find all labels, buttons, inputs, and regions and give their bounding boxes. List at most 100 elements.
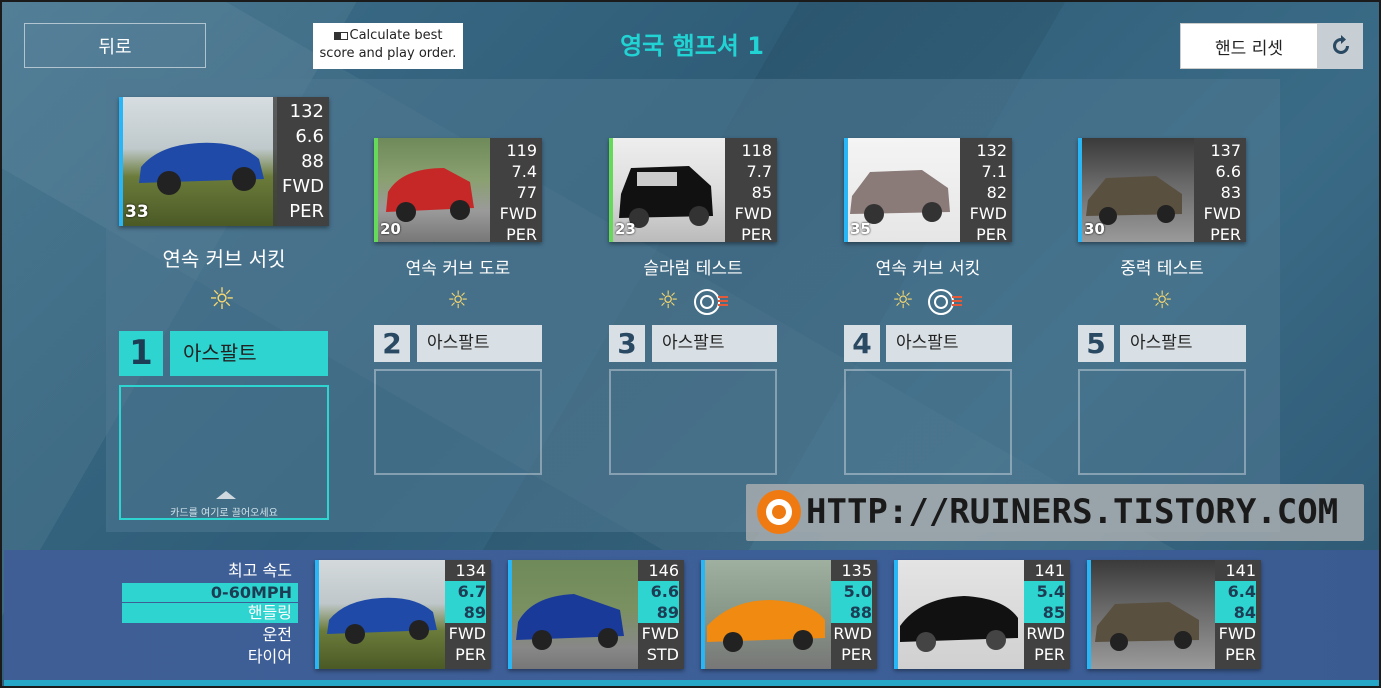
- stat-accel: 6.6: [295, 126, 324, 147]
- watermark-text: HTTP://RUINERS.TISTORY.COM: [806, 492, 1339, 532]
- car-image: [315, 560, 445, 669]
- reset-icon[interactable]: [1318, 23, 1363, 69]
- hand-card-2[interactable]: 146 6.6 89 FWD STD: [508, 560, 684, 669]
- card-edge: [844, 138, 848, 242]
- legend-accel: 0-60MPH: [122, 583, 298, 602]
- stat-tyre: PER: [976, 225, 1007, 242]
- stat-tyre: PER: [1225, 645, 1256, 664]
- watermark: HTTP://RUINERS.TISTORY.COM: [746, 484, 1364, 541]
- stat-accel: 5.4: [1024, 581, 1065, 602]
- stat-accel: 6.4: [1215, 581, 1256, 602]
- tyre-wear-icon: [928, 289, 962, 315]
- stat-accel: 7.4: [511, 162, 537, 181]
- stat-drive: FWD: [969, 204, 1007, 223]
- calculate-label-line1: Calculate best: [349, 28, 443, 43]
- hand-bar-strip: [4, 680, 1379, 686]
- blog-logo-icon: [757, 490, 801, 534]
- drop-zone-5[interactable]: [1078, 369, 1246, 475]
- surface-label-2: 아스팔트: [417, 325, 542, 362]
- stat-top-speed: 141: [1225, 561, 1256, 580]
- race-card-4[interactable]: 132 7.1 82 FWD PER 35: [844, 138, 1012, 242]
- slot-number-1: 1: [119, 331, 163, 376]
- card-edge: [119, 97, 123, 226]
- hand-card-4[interactable]: 141 5.4 85 RWD PER: [894, 560, 1070, 669]
- card-edge: [1078, 138, 1082, 242]
- stat-handling: 85: [1024, 602, 1065, 623]
- stat-handling: 84: [1215, 602, 1256, 623]
- sun-icon: ☼: [892, 286, 914, 314]
- card-rating: 20: [380, 220, 401, 238]
- stat-handling: 89: [638, 602, 679, 623]
- event-title: 영국 햄프셔 1: [620, 32, 764, 60]
- back-button[interactable]: 뒤로: [24, 23, 206, 68]
- stat-tyre: PER: [506, 225, 537, 242]
- stat-tyre: PER: [289, 201, 324, 222]
- stat-legend: 최고 속도 0-60MPH 핸들링 운전 타이어: [122, 560, 298, 668]
- stat-top-speed: 132: [976, 141, 1007, 160]
- stat-accel: 7.1: [981, 162, 1007, 181]
- car-image: [894, 560, 1024, 669]
- game-screen: 뒤로 Calculate best score and play order. …: [0, 0, 1381, 688]
- race-card-5[interactable]: 137 6.6 83 FWD PER 30: [1078, 138, 1246, 242]
- car-image: [1087, 560, 1215, 669]
- stat-handling: 89: [445, 602, 486, 623]
- legend-tyre: 타이어: [247, 647, 292, 666]
- stat-drive: FWD: [499, 204, 537, 223]
- stat-top-speed: 135: [841, 561, 872, 580]
- card-rating: 35: [850, 220, 871, 238]
- slot-number-4: 4: [844, 325, 880, 362]
- card-rating: 23: [615, 220, 636, 238]
- stat-top-speed: 132: [289, 101, 324, 122]
- sun-icon: ☼: [657, 286, 679, 314]
- card-edge: [315, 560, 319, 669]
- hand-card-1[interactable]: 134 6.7 89 FWD PER: [315, 560, 491, 669]
- stat-top-speed: 119: [506, 141, 537, 160]
- stat-handling: 82: [986, 183, 1007, 202]
- stat-drive: RWD: [1026, 624, 1065, 643]
- surface-label-4: 아스팔트: [886, 325, 1012, 362]
- reset-hand-button[interactable]: 핸드 리셋: [1180, 23, 1318, 69]
- card-rating: 30: [1084, 220, 1105, 238]
- car-image: [701, 560, 831, 669]
- calculate-best-order-button[interactable]: Calculate best score and play order.: [313, 23, 463, 69]
- stat-accel: 5.0: [831, 581, 872, 602]
- stat-tyre: PER: [741, 225, 772, 242]
- slot-number-2: 2: [374, 325, 410, 362]
- stat-top-speed: 137: [1210, 141, 1241, 160]
- drop-hint: 카드를 여기로 끌어오세요: [170, 508, 278, 519]
- up-arrow-icon: [216, 491, 236, 499]
- legend-drive: 운전: [262, 625, 292, 644]
- stat-top-speed: 141: [1034, 561, 1065, 580]
- sun-icon: ☼: [1151, 286, 1173, 314]
- card-edge: [701, 560, 705, 669]
- calculate-label-line2: score and play order.: [319, 46, 457, 61]
- stat-accel: 7.7: [746, 162, 772, 181]
- checkbox-icon: [333, 31, 348, 40]
- surface-label-5: 아스팔트: [1120, 325, 1246, 362]
- stat-drive: FWD: [1203, 204, 1241, 223]
- race-card-3[interactable]: 118 7.7 85 FWD PER 23: [609, 138, 777, 242]
- card-edge: [374, 138, 378, 242]
- surface-label-1: 아스팔트: [170, 331, 328, 376]
- stat-handling: 88: [301, 151, 324, 172]
- stat-drive: RWD: [833, 624, 872, 643]
- drop-zone-3[interactable]: [609, 369, 777, 475]
- race-name-5: 중력 테스트: [1120, 259, 1204, 279]
- race-card-2[interactable]: 119 7.4 77 FWD PER 20: [374, 138, 542, 242]
- stat-top-speed: 118: [741, 141, 772, 160]
- drop-zone-2[interactable]: [374, 369, 542, 475]
- stat-drive: FWD: [1218, 624, 1256, 643]
- race-name-1: 연속 커브 서킷: [162, 247, 286, 271]
- surface-label-3: 아스팔트: [652, 325, 777, 362]
- card-rating: 33: [125, 202, 149, 222]
- race-name-4: 연속 커브 서킷: [875, 259, 981, 279]
- stat-tyre: PER: [1034, 645, 1065, 664]
- race-card-1[interactable]: 132 6.6 88 FWD PER 33: [119, 97, 329, 226]
- stat-drive: FWD: [448, 624, 486, 643]
- drop-zone-1[interactable]: 카드를 여기로 끌어오세요: [119, 385, 329, 520]
- drop-zone-4[interactable]: [844, 369, 1012, 475]
- hand-card-5[interactable]: 141 6.4 84 FWD PER: [1087, 560, 1261, 669]
- car-image: [508, 560, 638, 669]
- hand-card-3[interactable]: 135 5.0 88 RWD PER: [701, 560, 877, 669]
- stat-tyre: PER: [455, 645, 486, 664]
